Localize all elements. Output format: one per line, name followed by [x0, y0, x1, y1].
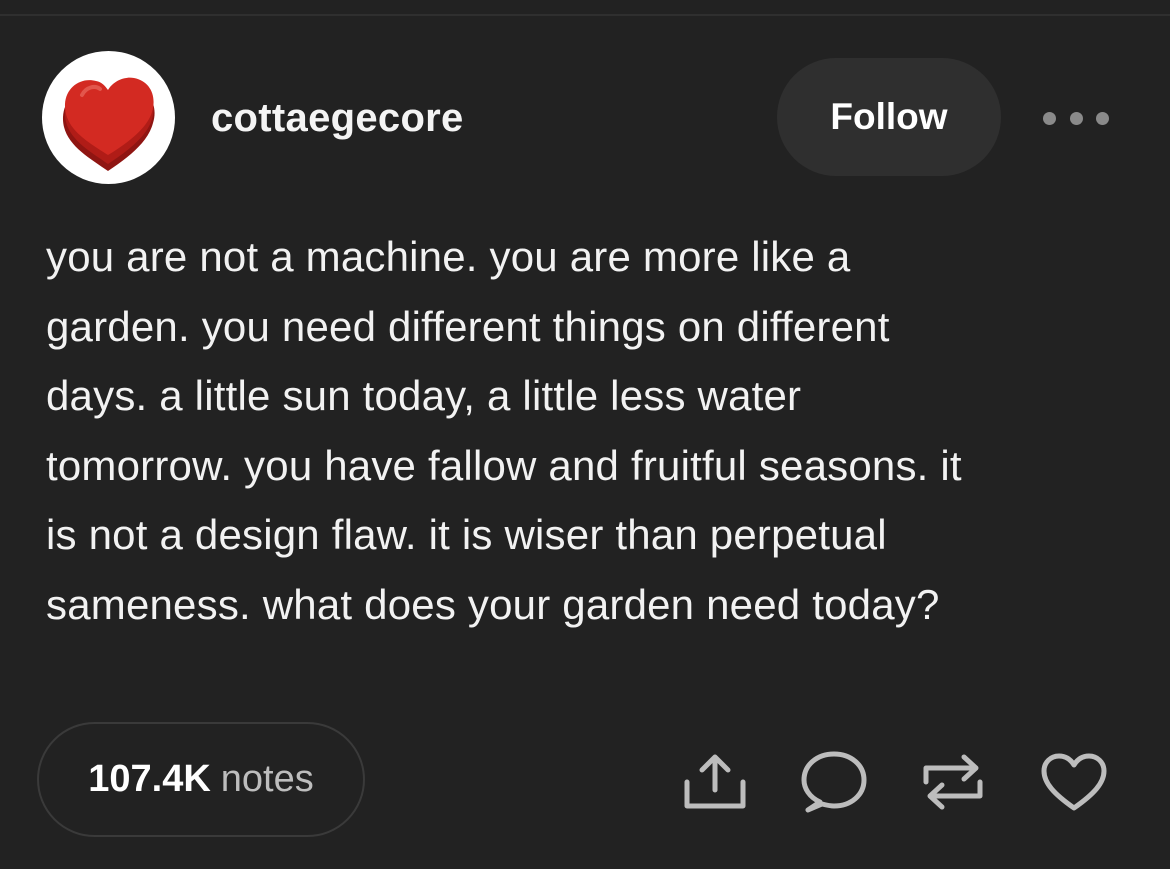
- reply-button[interactable]: [800, 750, 868, 814]
- heart-macaron-avatar-image: [62, 77, 155, 171]
- post-header: cottaegecore Follow: [0, 0, 1170, 200]
- reblog-icon: [923, 754, 983, 810]
- share-icon: [684, 754, 746, 809]
- comment-bubble-icon: [801, 751, 867, 813]
- post-body-line: tomorrow. you have fallow and fruitful s…: [46, 441, 962, 489]
- post-body-line: is not a design flaw. it is wiser than p…: [46, 511, 887, 558]
- notes-count: 107.4K: [88, 758, 211, 800]
- more-options-button[interactable]: [1043, 104, 1109, 132]
- like-button[interactable]: [1040, 752, 1108, 814]
- share-button[interactable]: [684, 752, 746, 812]
- more-dot-icon: [1096, 111, 1109, 125]
- heart-icon: [1041, 753, 1107, 811]
- reblog-button[interactable]: [920, 750, 986, 814]
- post-body-line: sameness. what does your garden need tod…: [46, 580, 940, 628]
- post-body-line: garden. you need different things on dif…: [46, 302, 890, 350]
- follow-button[interactable]: Follow: [777, 58, 1001, 176]
- notes-button[interactable]: 107.4K notes: [37, 722, 365, 837]
- notes-label: notes: [220, 758, 314, 800]
- avatar[interactable]: [42, 51, 175, 184]
- more-dot-icon: [1069, 111, 1083, 125]
- post-body-line: days. a little sun today, a little less …: [46, 372, 802, 419]
- post-body-text: you are not a machine. you are more like…: [46, 222, 1136, 639]
- more-dot-icon: [1043, 111, 1056, 125]
- post-body-line: you are not a machine. you are more like…: [46, 233, 851, 280]
- author-username[interactable]: cottaegecore: [211, 96, 464, 141]
